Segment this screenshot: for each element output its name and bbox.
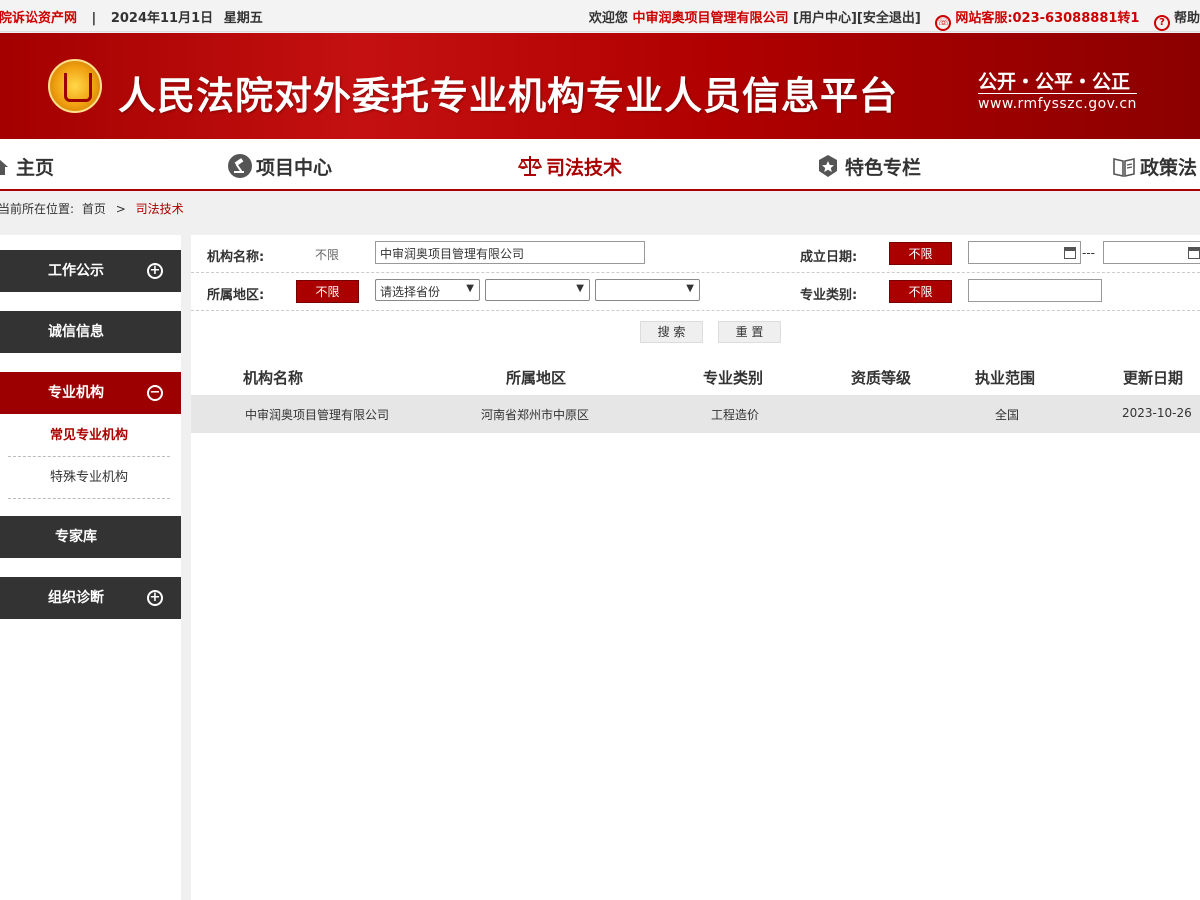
org-name-label: 机构名称:: [207, 250, 265, 265]
district-select[interactable]: ▼: [595, 279, 700, 301]
category-input[interactable]: [968, 279, 1102, 302]
filter-row-2: 所属地区: 不限 请选择省份 ▼ ▼ ▼ 专业类别: 不限: [191, 273, 1200, 311]
sidebar-item-work-publicity[interactable]: 工作公示 +: [0, 250, 181, 292]
current-date: 2024年11月1日: [110, 11, 214, 26]
sidebar-item-label: 专家库: [55, 529, 97, 545]
breadcrumb: 当前所在位置: 首页 > 司法技术: [0, 200, 184, 217]
top-bar-right: 欢迎您 中审润奥项目管理有限公司 [用户中心][安全退出] ☏ 网站客服:023-…: [589, 7, 1200, 31]
chevron-down-icon: ▼: [466, 283, 474, 294]
column-header-qualification: 资质等级: [851, 369, 912, 387]
search-button[interactable]: 搜 索: [640, 321, 703, 343]
expand-icon[interactable]: +: [147, 263, 163, 279]
column-header-scope: 执业范围: [975, 369, 1036, 387]
nav-item-special-column[interactable]: 特色专栏: [817, 153, 921, 180]
nav-item-policy[interactable]: 政策法: [1112, 153, 1197, 180]
breadcrumb-home[interactable]: 首页: [82, 202, 106, 216]
nav-item-label: 项目中心: [256, 157, 333, 179]
hotline-text: 网站客服:023-63088881转1: [955, 11, 1140, 26]
main-nav: 主页 项目中心 司法技术 特色专栏 政策法: [0, 139, 1200, 191]
logout-link[interactable]: [安全退出]: [857, 11, 921, 26]
category-label: 专业类别:: [800, 288, 858, 303]
column-header-org-name: 机构名称: [243, 369, 304, 387]
court-emblem-icon: [48, 59, 102, 113]
calendar-icon[interactable]: [1064, 247, 1076, 259]
star-badge-icon: [817, 154, 839, 177]
help-text: 帮助: [1173, 11, 1200, 26]
site-name[interactable]: 法院诉讼资产网: [0, 11, 77, 26]
cell-scope: 全国: [995, 408, 1020, 422]
nav-item-label: 特色专栏: [845, 157, 922, 179]
region-unlimited-button[interactable]: 不限: [296, 280, 359, 303]
banner-slogan: 公开・公平・公正: [978, 71, 1131, 93]
banner-url: www.rmfysszc.gov.cn: [978, 93, 1137, 112]
top-separator: |: [91, 11, 97, 26]
region-label: 所属地区:: [207, 288, 265, 303]
city-select[interactable]: ▼: [485, 279, 590, 301]
province-select-value: 请选择省份: [380, 285, 441, 299]
founded-date-end-input[interactable]: [1103, 241, 1200, 264]
sidebar-item-label: 诚信信息: [48, 324, 104, 340]
sidebar-item-expert-library[interactable]: 专家库: [0, 516, 181, 558]
org-name-input[interactable]: 中审润奥项目管理有限公司: [375, 241, 645, 264]
cell-update-date: 2023-10-26: [1122, 406, 1192, 420]
phone-icon: ☏: [935, 15, 952, 31]
top-bar-left: 法院诉讼资产网 | 2024年11月1日 星期五: [0, 7, 263, 26]
sidebar-item-label: 工作公示: [48, 263, 104, 279]
cell-category: 工程造价: [711, 408, 760, 422]
breadcrumb-current[interactable]: 司法技术: [136, 202, 184, 216]
breadcrumb-arrow: >: [115, 202, 126, 216]
nav-item-label: 主页: [16, 157, 55, 179]
top-bar: 法院诉讼资产网 | 2024年11月1日 星期五 欢迎您 中审润奥项目管理有限公…: [0, 0, 1200, 32]
org-name-unlimited[interactable]: 不限: [315, 246, 339, 263]
filter-row-1: 机构名称: 不限 中审润奥项目管理有限公司 成立日期: 不限 ---: [191, 235, 1200, 273]
current-weekday: 星期五: [223, 11, 263, 26]
column-header-category: 专业类别: [703, 369, 764, 387]
header-banner: 人民法院对外委托专业机构专业人员信息平台 公开・公平・公正 www.rmfyss…: [0, 33, 1200, 139]
sidebar-subitem-common-orgs[interactable]: 常见专业机构: [8, 415, 170, 457]
nav-item-label: 政策法: [1140, 157, 1198, 179]
gavel-icon: [228, 154, 252, 178]
main-content: 机构名称: 不限 中审润奥项目管理有限公司 成立日期: 不限 --- 所属地区:…: [191, 235, 1200, 900]
nav-item-label: 司法技术: [546, 157, 623, 179]
help-icon: ?: [1153, 15, 1170, 31]
sidebar-item-credit-info[interactable]: 诚信信息: [0, 311, 181, 353]
sidebar: 工作公示 + 诚信信息 专业机构 − 常见专业机构 特殊专业机构 专家库 组织诊…: [0, 235, 181, 900]
collapse-icon[interactable]: −: [147, 385, 163, 401]
user-center-link[interactable]: [用户中心]: [793, 11, 857, 26]
expand-icon[interactable]: +: [147, 590, 163, 606]
sidebar-item-professional-orgs[interactable]: 专业机构 −: [0, 372, 181, 414]
sidebar-item-org-diagnosis[interactable]: 组织诊断 +: [0, 577, 181, 619]
reset-button[interactable]: 重 置: [718, 321, 781, 343]
calendar-icon[interactable]: [1188, 247, 1200, 259]
category-unlimited-button[interactable]: 不限: [889, 280, 952, 303]
user-company-name[interactable]: 中审润奥项目管理有限公司: [632, 11, 788, 26]
column-header-update-date: 更新日期: [1123, 369, 1184, 387]
founded-date-label: 成立日期:: [800, 250, 858, 265]
scales-icon: [517, 154, 543, 176]
help-link[interactable]: ? 帮助: [1153, 11, 1200, 31]
sidebar-item-label: 组织诊断: [48, 590, 104, 606]
founded-date-start-input[interactable]: [968, 241, 1081, 264]
date-range-separator: ---: [1082, 246, 1095, 260]
chevron-down-icon: ▼: [686, 283, 694, 294]
results-table-header: 机构名称 所属地区 专业类别 资质等级 执业范围 更新日期: [191, 355, 1200, 395]
banner-title: 人民法院对外委托专业机构专业人员信息平台: [118, 74, 899, 118]
chevron-down-icon: ▼: [576, 283, 584, 294]
cell-region: 河南省郑州市中原区: [481, 408, 590, 422]
book-icon: [1112, 156, 1135, 178]
nav-item-project-center[interactable]: 项目中心: [228, 153, 332, 180]
sidebar-item-label: 专业机构: [48, 385, 104, 401]
nav-item-judicial-tech[interactable]: 司法技术: [517, 153, 623, 180]
founded-date-unlimited-button[interactable]: 不限: [889, 242, 952, 265]
home-icon: [0, 156, 10, 178]
sidebar-subitem-special-orgs[interactable]: 特殊专业机构: [8, 457, 170, 499]
welcome-text: 欢迎您: [588, 11, 628, 26]
breadcrumb-prefix: 当前所在位置:: [0, 202, 75, 216]
cell-org-name[interactable]: 中审润奥项目管理有限公司: [245, 406, 389, 423]
table-row[interactable]: 中审润奥项目管理有限公司 河南省郑州市中原区 工程造价 全国 2023-10-2…: [191, 395, 1200, 433]
hotline: ☏ 网站客服:023-63088881转1: [935, 11, 1140, 31]
nav-item-home[interactable]: 主页: [0, 153, 54, 180]
province-select[interactable]: 请选择省份 ▼: [375, 279, 480, 301]
column-header-region: 所属地区: [506, 369, 567, 387]
